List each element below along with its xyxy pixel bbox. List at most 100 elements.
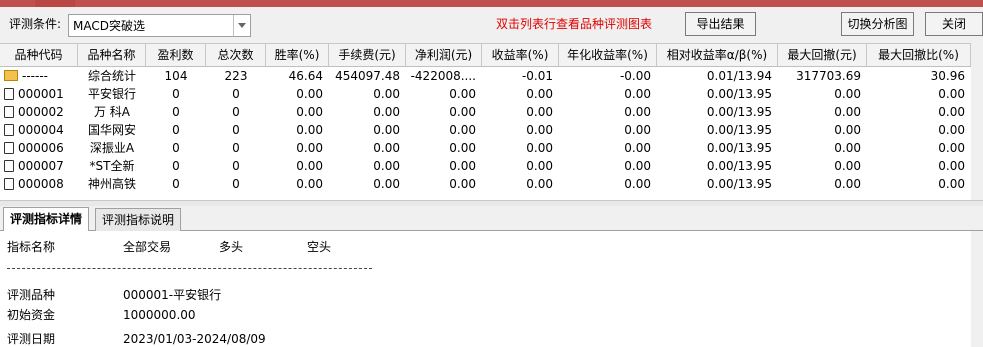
column-header-net-profit[interactable]: 净利润(元) [406, 44, 482, 66]
document-icon [4, 88, 14, 100]
cell-total: 0 [232, 105, 240, 119]
cell-max-drawdown-ratio: 0.00 [938, 105, 965, 119]
table-row[interactable]: 000008 神州高铁 0 0 0.00 0.00 0.00 0.00 0.00 0.00/13.… [0, 175, 971, 193]
detail-value-date: 2023/01/03-2024/08/09 [123, 332, 266, 346]
detail-header-long: 多头 [219, 240, 244, 254]
detail-header-indicator: 指标名称 [7, 240, 56, 254]
table-row[interactable]: 000007 *ST全新 0 0 0.00 0.00 0.00 0.00 0.00 0.00/13… [0, 157, 971, 175]
cell-fee: 454097.48 [335, 69, 400, 83]
column-header-code[interactable]: 品种代码 [0, 44, 78, 66]
cell-win-rate: 0.00 [296, 141, 323, 155]
close-button[interactable]: 关闭 [925, 12, 983, 36]
detail-header-all-trades: 全部交易 [123, 240, 172, 254]
table-row[interactable]: ------ 综合统计 104 223 46.64 454097.48 -422008...… [0, 67, 971, 85]
cell-return: 0.00 [526, 159, 553, 173]
cell-max-drawdown-ratio: 0.00 [938, 177, 965, 191]
table-row[interactable]: 000001 平安银行 0 0 0.00 0.00 0.00 0.00 0.00 0.00/13.… [0, 85, 971, 103]
table-row[interactable]: 000002 万 科A 0 0 0.00 0.00 0.00 0.00 0.00 0.00/13.… [0, 103, 971, 121]
export-results-button[interactable]: 导出结果 [685, 12, 756, 36]
cell-wins: 0 [172, 141, 180, 155]
condition-select[interactable]: MACD突破选 [68, 14, 251, 37]
cell-total: 0 [232, 123, 240, 137]
table-row[interactable]: 000006 深振业A 0 0 0.00 0.00 0.00 0.00 0.00 0.00/13.… [0, 139, 971, 157]
cell-wins: 0 [172, 87, 180, 101]
cell-relative-return: 0.00/13.95 [706, 159, 772, 173]
cell-max-drawdown-ratio: 0.00 [938, 123, 965, 137]
cell-max-drawdown: 0.00 [834, 177, 861, 191]
table-scrollbar[interactable] [971, 43, 983, 200]
cell-wins: 0 [172, 105, 180, 119]
detail-value-symbol: 000001-平安银行 [123, 288, 222, 302]
cell-code-text: 000008 [18, 177, 64, 191]
cell-wins: 0 [172, 159, 180, 173]
column-header-return[interactable]: 收益率(%) [482, 44, 559, 66]
cell-code: 000004 [0, 121, 78, 139]
cell-return: 0.00 [526, 105, 553, 119]
cell-net-profit: 0.00 [449, 123, 476, 137]
column-header-fee[interactable]: 手续费(元) [329, 44, 406, 66]
cell-code: 000002 [0, 103, 78, 121]
cell-max-drawdown: 0.00 [834, 105, 861, 119]
column-header-max-drawdown[interactable]: 最大回撤(元) [778, 44, 867, 66]
switch-chart-button[interactable]: 切换分析图 [841, 12, 914, 36]
column-header-name[interactable]: 品种名称 [78, 44, 146, 66]
cell-code: 000008 [0, 175, 78, 193]
cell-annual-return: 0.00 [624, 177, 651, 191]
divider [7, 268, 372, 269]
cell-return: 0.00 [526, 87, 553, 101]
cell-return: -0.01 [521, 69, 553, 83]
column-header-relative-return[interactable]: 相对收益率α/β(%) [657, 44, 778, 66]
detail-panel: 指标名称 全部交易 多头 空头 评测品种 000001-平安银行 初始资金 10… [0, 231, 971, 347]
condition-value: MACD突破选 [73, 19, 145, 33]
chevron-down-icon[interactable] [233, 15, 250, 36]
cell-name: 万 科A [93, 105, 131, 119]
table-row[interactable]: 000004 国华网安 0 0 0.00 0.00 0.00 0.00 0.00 0.00/13.… [0, 121, 971, 139]
cell-code-text: 000007 [18, 159, 64, 173]
condition-label: 评测条件: [9, 17, 62, 31]
cell-name: 国华网安 [87, 123, 136, 137]
cell-total: 0 [232, 177, 240, 191]
cell-net-profit: 0.00 [449, 87, 476, 101]
detail-scrollbar[interactable] [971, 231, 983, 347]
window-title-bar [0, 0, 983, 7]
document-icon [4, 178, 14, 190]
tab-indicator-description[interactable]: 评测指标说明 [95, 208, 182, 231]
column-header-win-rate[interactable]: 胜率(%) [266, 44, 329, 66]
cell-win-rate: 0.00 [296, 105, 323, 119]
cell-total: 0 [232, 87, 240, 101]
cell-fee: 0.00 [373, 87, 400, 101]
cell-code: 000006 [0, 139, 78, 157]
cell-name: 神州高铁 [87, 177, 136, 191]
column-header-wins[interactable]: 盈利数 [146, 44, 206, 66]
cell-net-profit: -422008.... [410, 69, 476, 83]
cell-code-text: 000006 [18, 141, 64, 155]
column-header-total[interactable]: 总次数 [206, 44, 266, 66]
cell-total: 223 [224, 69, 248, 83]
cell-win-rate: 0.00 [296, 87, 323, 101]
tab-indicator-details[interactable]: 评测指标详情 [3, 207, 90, 231]
results-table[interactable]: 品种代码 品种名称 盈利数 总次数 胜率(%) 手续费(元) 净利润(元) 收益率(%) 年化收… [0, 43, 971, 201]
cell-code-text: 000001 [18, 87, 64, 101]
cell-code-text: 000002 [18, 105, 64, 119]
cell-max-drawdown: 317703.69 [796, 69, 861, 83]
cell-code: 000001 [0, 85, 78, 103]
cell-win-rate: 0.00 [296, 123, 323, 137]
cell-max-drawdown-ratio: 0.00 [938, 159, 965, 173]
cell-max-drawdown-ratio: 0.00 [938, 141, 965, 155]
cell-wins: 0 [172, 177, 180, 191]
cell-annual-return: 0.00 [624, 87, 651, 101]
cell-net-profit: 0.00 [449, 177, 476, 191]
cell-fee: 0.00 [373, 141, 400, 155]
document-icon [4, 142, 14, 154]
cell-fee: 0.00 [373, 159, 400, 173]
cell-max-drawdown: 0.00 [834, 141, 861, 155]
cell-return: 0.00 [526, 123, 553, 137]
column-header-annual-return[interactable]: 年化收益率(%) [559, 44, 657, 66]
cell-max-drawdown-ratio: 0.00 [938, 87, 965, 101]
column-header-max-drawdown-ratio[interactable]: 最大回撤比(%) [867, 44, 971, 66]
cell-name: 深振业A [89, 141, 135, 155]
cell-max-drawdown: 0.00 [834, 123, 861, 137]
cell-annual-return: 0.00 [624, 105, 651, 119]
title-bar-caption [35, 0, 75, 7]
document-icon [4, 160, 14, 172]
